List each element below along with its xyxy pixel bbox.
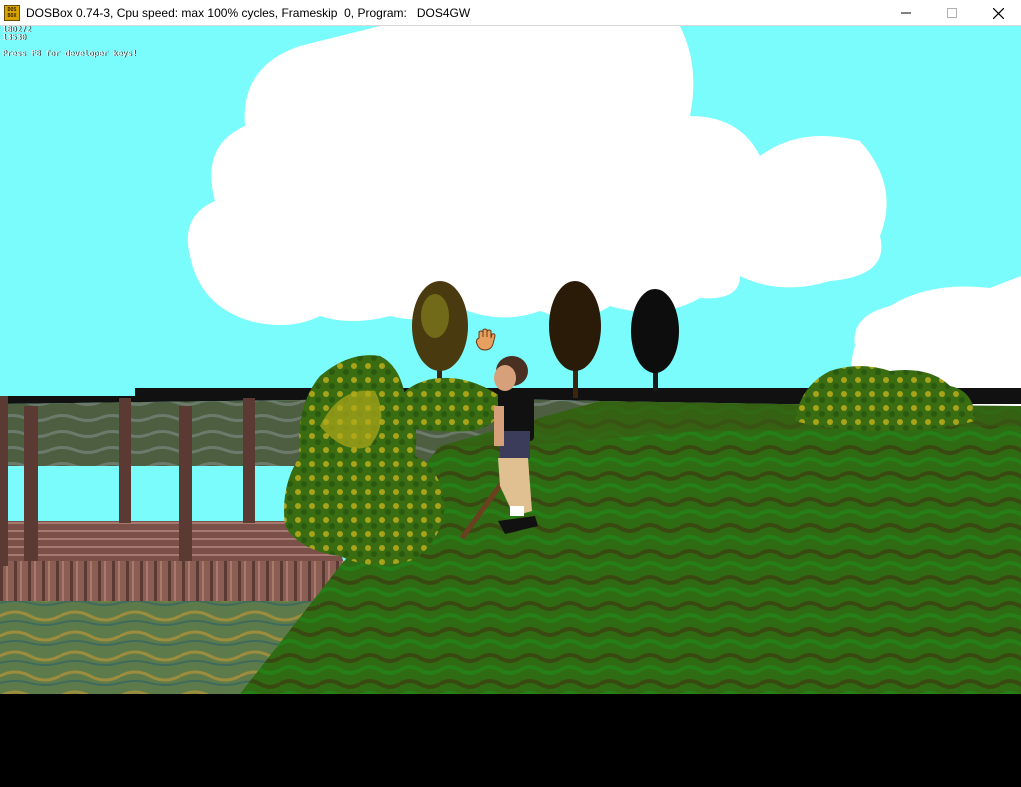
- close-icon: [992, 7, 1004, 19]
- window-controls: [883, 0, 1021, 26]
- close-button[interactable]: [975, 0, 1021, 26]
- game-viewport[interactable]: 180272 13530 Press F8 for developer keys!: [0, 26, 1021, 694]
- game-scene: [0, 26, 1021, 694]
- minimize-button[interactable]: [883, 0, 929, 26]
- hud-counter-2: 13530: [2, 33, 27, 42]
- window-titlebar[interactable]: DOS BOX DOSBox 0.74-3, Cpu speed: max 10…: [0, 0, 1021, 26]
- letterbox-bar: [0, 694, 1021, 787]
- window-title: DOSBox 0.74-3, Cpu speed: max 100% cycle…: [26, 5, 471, 20]
- dosbox-app-icon: DOS BOX: [4, 4, 20, 21]
- maximize-icon: [947, 8, 957, 18]
- maximize-button[interactable]: [929, 0, 975, 26]
- hud-hint: Press F8 for developer keys!: [2, 49, 137, 58]
- hud-overlay: 180272 13530 Press F8 for developer keys!: [2, 26, 137, 58]
- minimize-icon: [901, 12, 911, 14]
